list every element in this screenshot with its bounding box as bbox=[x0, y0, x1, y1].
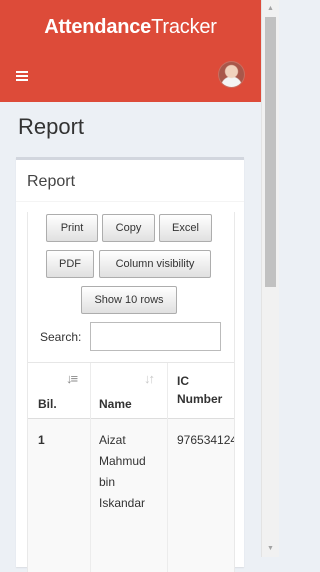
brand-logo[interactable]: AttendanceTracker bbox=[0, 0, 261, 54]
scroll-thumb[interactable] bbox=[265, 17, 276, 287]
box-divider bbox=[16, 201, 244, 202]
report-box: Report Print Copy Excel PDF Column visib… bbox=[16, 157, 244, 572]
cell-bil: 1 bbox=[38, 433, 45, 447]
cell-ic-number: 976534124 bbox=[177, 433, 235, 447]
scroll-up-arrow-icon[interactable]: ▲ bbox=[262, 0, 279, 17]
app-header: AttendanceTracker bbox=[0, 0, 261, 102]
sort-both-icon[interactable]: ↓↑ bbox=[144, 371, 155, 386]
column-header-ic-number[interactable]: IC Number bbox=[177, 372, 222, 408]
column-visibility-button[interactable]: Column visibility bbox=[99, 250, 211, 278]
cell-name: Aizat Mahmud bin Iskandar bbox=[99, 433, 146, 510]
show-rows-button[interactable]: Show 10 rows bbox=[81, 286, 177, 314]
excel-button[interactable]: Excel bbox=[159, 214, 212, 242]
search-label: Search: bbox=[40, 330, 82, 344]
copy-button[interactable]: Copy bbox=[102, 214, 155, 242]
datatable-wrapper: Print Copy Excel PDF Column visibility S… bbox=[27, 212, 235, 572]
user-avatar[interactable] bbox=[219, 62, 244, 87]
column-header-bil[interactable]: Bil. bbox=[38, 395, 57, 413]
print-button[interactable]: Print bbox=[46, 214, 98, 242]
brand-bold: Attendance bbox=[44, 16, 152, 38]
hamburger-menu-icon[interactable] bbox=[16, 71, 28, 81]
scroll-down-arrow-icon[interactable]: ▼ bbox=[262, 540, 279, 557]
brand-regular: Tracker bbox=[151, 16, 217, 38]
column-header-name[interactable]: Name bbox=[99, 395, 132, 413]
search-input[interactable] bbox=[90, 322, 221, 351]
sort-numeric-down-icon[interactable]: ↓≡ bbox=[66, 371, 78, 386]
page-title: Report bbox=[18, 114, 85, 139]
box-title: Report bbox=[27, 173, 76, 190]
vertical-scrollbar[interactable]: ▲ ▼ bbox=[261, 0, 279, 557]
pdf-button[interactable]: PDF bbox=[46, 250, 94, 278]
